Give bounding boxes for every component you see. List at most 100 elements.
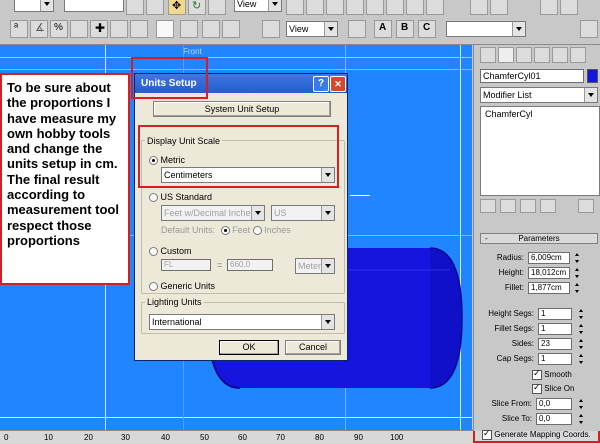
modifier-stack[interactable]: ChamferCyl: [480, 106, 600, 196]
slice-to-field[interactable]: 0,0: [536, 413, 572, 425]
dope-sheet-icon[interactable]: [222, 20, 240, 38]
us-label: US Standard: [160, 192, 213, 202]
us-fraction-select[interactable]: US: [271, 205, 335, 221]
angle-snap-icon[interactable]: [366, 0, 384, 15]
edit-named-icon[interactable]: [426, 0, 444, 15]
custom-unit-select[interactable]: Meters: [295, 258, 335, 274]
axis-c-icon[interactable]: C: [418, 20, 436, 38]
add-icon[interactable]: ✚: [90, 20, 108, 38]
quick-render-icon[interactable]: [490, 0, 508, 15]
fillet-field[interactable]: 1,877cm: [528, 282, 570, 294]
snap-icon[interactable]: [346, 0, 364, 15]
sides-field[interactable]: 23: [538, 338, 572, 350]
named-dropdown-top[interactable]: [64, 0, 124, 12]
stack-item[interactable]: ChamferCyl: [485, 109, 599, 119]
material-editor-icon[interactable]: [560, 0, 578, 15]
custom-name-field[interactable]: FL: [161, 259, 211, 271]
height-segs-field[interactable]: 1: [538, 308, 572, 320]
us-units-select[interactable]: Feet w/Decimal Inches: [161, 205, 265, 221]
percent-icon[interactable]: %: [50, 20, 68, 38]
snap-3d-icon[interactable]: ∡: [30, 20, 48, 38]
ok-button[interactable]: OK: [219, 340, 279, 355]
cancel-button[interactable]: Cancel: [285, 340, 341, 355]
utilities-tab-icon[interactable]: [570, 47, 586, 63]
spinner-icon[interactable]: [70, 20, 88, 38]
inches-radio[interactable]: [252, 226, 262, 236]
sides-spinner[interactable]: [578, 338, 585, 350]
mirror-icon[interactable]: [306, 0, 324, 15]
view-coord-dropdown[interactable]: View: [286, 21, 338, 37]
fillet-spinner[interactable]: [574, 282, 581, 294]
generic-label: Generic Units: [160, 281, 216, 291]
selection-filter-dropdown[interactable]: [14, 0, 54, 12]
remove-modifier-icon[interactable]: [540, 199, 556, 213]
custom-value-field[interactable]: 660,0: [227, 259, 273, 271]
configure-sets-icon[interactable]: [578, 199, 594, 213]
window-icon[interactable]: [580, 20, 598, 38]
motion-tab-icon[interactable]: [534, 47, 550, 63]
smooth-checkbox[interactable]: Smooth: [532, 368, 572, 380]
feet-radio[interactable]: [220, 226, 230, 236]
height-segs-spinner[interactable]: [578, 308, 585, 320]
rotate-icon[interactable]: ↻: [188, 0, 206, 15]
make-unique-icon[interactable]: [520, 199, 536, 213]
radius-field[interactable]: 6,009cm: [528, 252, 570, 264]
slice-from-field[interactable]: 0,0: [536, 398, 572, 410]
us-standard-radio[interactable]: US Standard: [149, 192, 213, 203]
close-button[interactable]: ✕: [330, 76, 346, 92]
curve-icon[interactable]: [110, 20, 128, 38]
pivot-icon[interactable]: [286, 0, 304, 15]
render-setup-icon[interactable]: [540, 0, 558, 15]
object-color-swatch[interactable]: [587, 69, 598, 83]
show-end-result-icon[interactable]: [500, 199, 516, 213]
layer-icon[interactable]: [180, 20, 198, 38]
percent-snap-icon[interactable]: [386, 0, 404, 15]
select-region-icon[interactable]: [146, 0, 164, 15]
hierarchy-tab-icon[interactable]: [516, 47, 532, 63]
ruler-tick: 40: [161, 433, 170, 442]
modifier-list-dropdown[interactable]: Modifier List: [480, 87, 598, 103]
schematic-icon[interactable]: [156, 20, 174, 38]
move-icon[interactable]: ✥: [168, 0, 186, 15]
pin-stack-icon[interactable]: [480, 199, 496, 213]
clone-icon[interactable]: [130, 20, 148, 38]
parameters-rollout-header[interactable]: - Parameters: [480, 233, 598, 244]
ruler-tick: 70: [276, 433, 285, 442]
lighting-units-select[interactable]: International: [149, 314, 335, 330]
spinner-snap-icon[interactable]: [406, 0, 424, 15]
slice-on-checkbox[interactable]: Slice On: [532, 382, 574, 394]
height-spinner[interactable]: [574, 267, 581, 279]
generic-units-radio[interactable]: Generic Units: [149, 281, 216, 292]
cap-segs-field[interactable]: 1: [538, 353, 572, 365]
system-unit-setup-button[interactable]: System Unit Setup: [153, 101, 331, 117]
us-radio-icon: [149, 193, 158, 203]
object-name-field[interactable]: ChamferCyl01: [480, 69, 584, 83]
reference-coord-dropdown[interactable]: View: [234, 0, 282, 12]
scale-icon[interactable]: [208, 0, 226, 15]
cap-segs-spinner[interactable]: [578, 353, 585, 365]
ruler-tick: 60: [238, 433, 247, 442]
mapping-coords-checkbox[interactable]: Generate Mapping Coords.: [482, 428, 591, 440]
create-tab-icon[interactable]: [480, 47, 496, 63]
axis-b-icon[interactable]: B: [396, 20, 414, 38]
slice-from-spinner[interactable]: [578, 398, 585, 410]
snap-toggle-icon[interactable]: ᵃ: [10, 20, 28, 38]
curve-editor-icon[interactable]: [202, 20, 220, 38]
constraint-icon[interactable]: [348, 20, 366, 38]
help-button[interactable]: ?: [313, 76, 329, 92]
radius-spinner[interactable]: [574, 252, 581, 264]
height-field[interactable]: 18,012cm: [528, 267, 570, 279]
custom-equals: =: [217, 260, 223, 270]
custom-radio[interactable]: Custom: [149, 246, 192, 257]
align-icon[interactable]: [326, 0, 344, 15]
named-selection-set[interactable]: [446, 21, 526, 37]
modify-tab-icon[interactable]: [498, 47, 514, 63]
axis-a-icon[interactable]: A: [374, 20, 392, 38]
slice-to-spinner[interactable]: [578, 413, 585, 425]
display-tab-icon[interactable]: [552, 47, 568, 63]
render-icon[interactable]: [470, 0, 488, 15]
select-icon[interactable]: [126, 0, 144, 15]
display-icon[interactable]: [262, 20, 280, 38]
fillet-segs-spinner[interactable]: [578, 323, 585, 335]
fillet-segs-field[interactable]: 1: [538, 323, 572, 335]
